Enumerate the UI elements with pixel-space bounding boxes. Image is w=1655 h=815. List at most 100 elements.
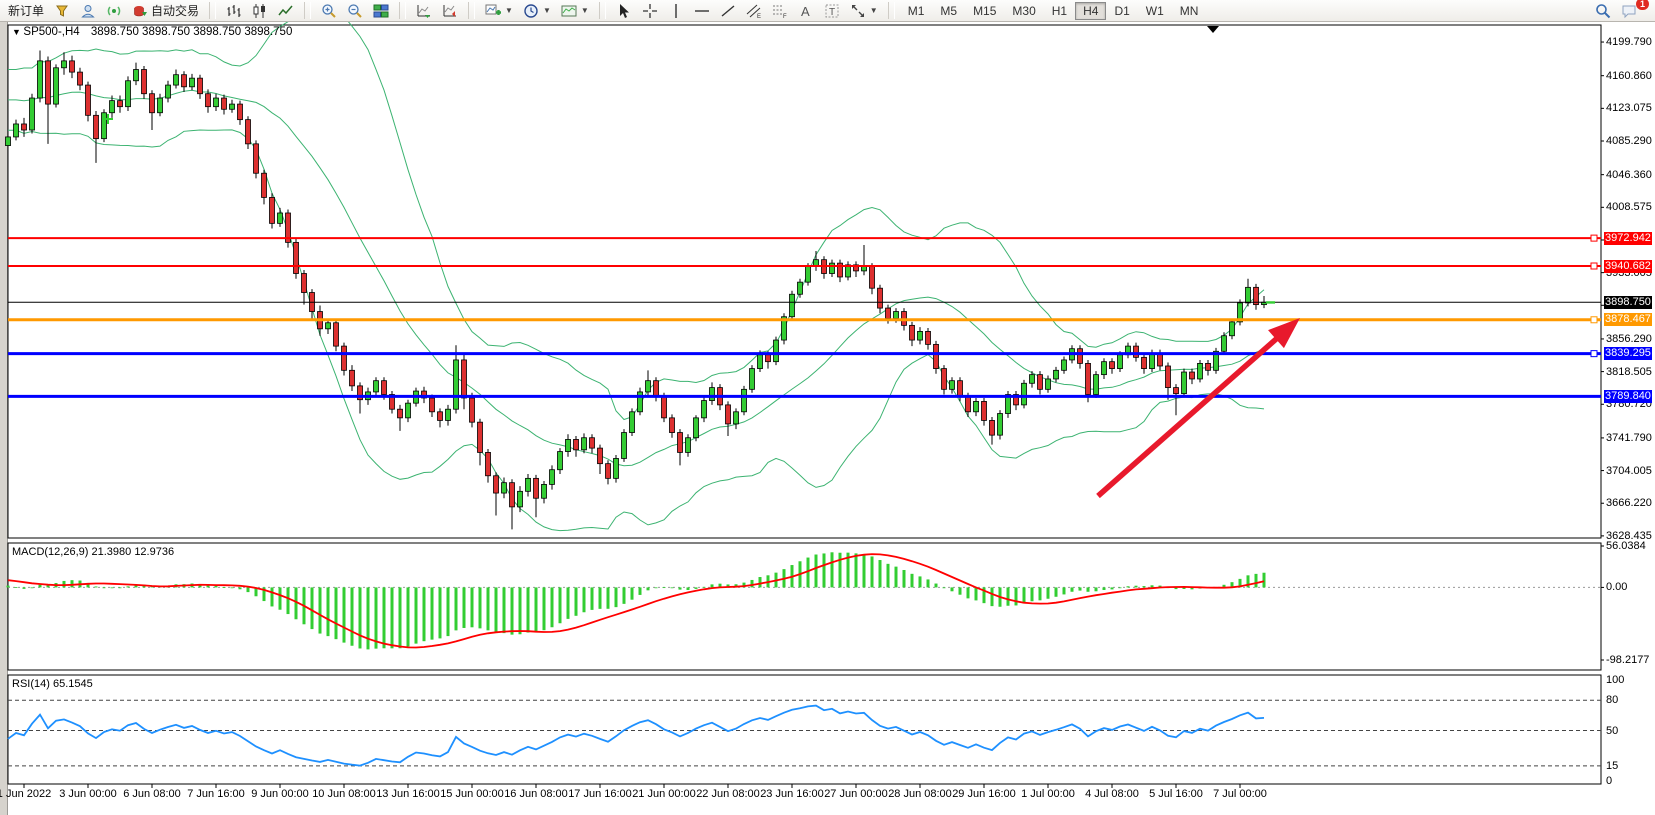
date-axis-label: 7 Jun 16:00 xyxy=(187,788,245,800)
timeframe-m30-button[interactable]: M30 xyxy=(1004,2,1043,20)
templates-icon xyxy=(561,3,577,19)
candle-body xyxy=(630,412,635,433)
rsi-line xyxy=(8,706,1264,766)
macd-histogram-bar xyxy=(751,580,754,587)
line-chart-button[interactable] xyxy=(273,1,299,21)
zoom-out-icon xyxy=(347,3,363,19)
timeframe-m1-button[interactable]: M1 xyxy=(900,2,933,20)
macd-histogram-bar xyxy=(495,587,498,632)
macd-histogram-bar xyxy=(575,587,578,615)
candle-body xyxy=(102,113,107,139)
bar-chart-icon xyxy=(226,3,242,19)
macd-histogram-bar xyxy=(1055,587,1058,596)
line-handle[interactable] xyxy=(1591,317,1597,323)
chevron-down-icon: ▼ xyxy=(543,6,551,15)
candle-body xyxy=(830,263,835,273)
macd-histogram-bar xyxy=(487,587,490,630)
candle-body xyxy=(374,381,379,392)
chart-window[interactable]: ▼ SP500-,H4 3898.750 3898.750 3898.750 3… xyxy=(0,22,1655,815)
line-handle[interactable] xyxy=(1591,351,1597,357)
timeframe-m15-button[interactable]: M15 xyxy=(965,2,1004,20)
templates-button[interactable]: ▼ xyxy=(556,1,594,21)
auto-trading-button[interactable]: 自动交易 xyxy=(127,0,204,21)
macd-histogram-bar xyxy=(471,587,474,627)
candle-body xyxy=(1054,370,1059,379)
indicators-button[interactable]: ▼ xyxy=(480,1,518,21)
candle-body xyxy=(1190,372,1195,379)
macd-histogram-bar xyxy=(623,587,626,603)
candle-body xyxy=(734,412,739,424)
tile-windows-button[interactable] xyxy=(368,1,394,21)
one-click-trading-arrow[interactable]: ▼ xyxy=(12,27,23,37)
text-label-button[interactable]: T xyxy=(819,1,845,21)
macd-histogram-bar xyxy=(935,584,938,588)
candle-body xyxy=(150,94,155,113)
timeframe-h4-button[interactable]: H4 xyxy=(1075,2,1106,20)
fibonacci-button[interactable]: F xyxy=(767,1,793,21)
candle-body xyxy=(246,120,251,144)
candle-body xyxy=(446,409,451,420)
macd-histogram-bar xyxy=(95,586,98,587)
arrows-button[interactable]: ▼ xyxy=(845,1,883,21)
macd-histogram-bar xyxy=(1095,587,1098,591)
horizontal-line-button[interactable] xyxy=(689,1,715,21)
price-axis-label: 3666.220 xyxy=(1606,497,1655,509)
chart-symbol: SP500-,H4 xyxy=(23,26,79,38)
line-chart-icon xyxy=(278,3,294,19)
bar-chart-button[interactable] xyxy=(221,1,247,21)
rsi-name: RSI(14) xyxy=(12,678,50,690)
line-handle[interactable] xyxy=(1591,235,1597,241)
cursor-button[interactable] xyxy=(611,1,637,21)
periods-button[interactable]: ▼ xyxy=(518,1,556,21)
chart-shift-button[interactable] xyxy=(437,1,463,21)
zoom-out-button[interactable] xyxy=(342,1,368,21)
candle-body xyxy=(1062,360,1067,370)
profile-button[interactable] xyxy=(75,1,101,21)
new-order-button[interactable]: 新订单 xyxy=(3,0,49,21)
candle-body xyxy=(598,448,603,464)
funnel-button[interactable] xyxy=(49,1,75,21)
trendline-button[interactable] xyxy=(715,1,741,21)
line-handle[interactable] xyxy=(1591,263,1597,269)
trend-arrow-line[interactable] xyxy=(1098,335,1280,496)
macd-histogram-bar xyxy=(1143,586,1146,587)
candle-body xyxy=(142,70,147,94)
macd-histogram-bar xyxy=(391,587,394,648)
macd-histogram-bar xyxy=(975,587,978,600)
auto-scroll-button[interactable] xyxy=(411,1,437,21)
candle-body xyxy=(1094,375,1099,395)
macd-histogram-bar xyxy=(447,587,450,636)
broadcast-button[interactable] xyxy=(101,1,127,21)
macd-histogram-bar xyxy=(967,587,970,598)
candle-body xyxy=(342,346,347,370)
macd-histogram-bar xyxy=(119,587,122,588)
indicators-icon xyxy=(485,3,501,19)
candle-body xyxy=(526,478,531,491)
timeframe-h1-button[interactable]: H1 xyxy=(1044,2,1075,20)
chat-button[interactable]: 1 xyxy=(1616,1,1644,21)
zoom-in-button[interactable] xyxy=(316,1,342,21)
macd-histogram-bar xyxy=(903,570,906,587)
crosshair-button[interactable] xyxy=(637,1,663,21)
macd-histogram-bar xyxy=(839,553,842,588)
candlestick-chart-button[interactable] xyxy=(247,1,273,21)
toolbar-separator xyxy=(399,2,406,19)
vertical-line-button[interactable] xyxy=(663,1,689,21)
date-axis-label: 10 Jun 08:00 xyxy=(312,788,376,800)
search-button[interactable] xyxy=(1590,1,1616,21)
timeframe-m5-button[interactable]: M5 xyxy=(932,2,965,20)
macd-axis-label: 0.00 xyxy=(1606,581,1655,593)
macd-histogram-bar xyxy=(519,587,522,634)
toolbar-separator xyxy=(468,2,475,19)
chart-canvas[interactable] xyxy=(0,22,1655,815)
text-button[interactable]: A xyxy=(793,1,819,21)
timeframe-d1-button[interactable]: D1 xyxy=(1106,2,1137,20)
timeframe-w1-button[interactable]: W1 xyxy=(1138,2,1172,20)
chart-shift-marker[interactable] xyxy=(1207,26,1219,33)
candle-body xyxy=(1206,363,1211,370)
candle-body xyxy=(710,388,715,401)
price-line-label-3972.942: 3972.942 xyxy=(1604,232,1652,245)
horizontal-line-icon xyxy=(694,3,710,19)
timeframe-mn-button[interactable]: MN xyxy=(1172,2,1207,20)
channel-button[interactable]: E xyxy=(741,1,767,21)
